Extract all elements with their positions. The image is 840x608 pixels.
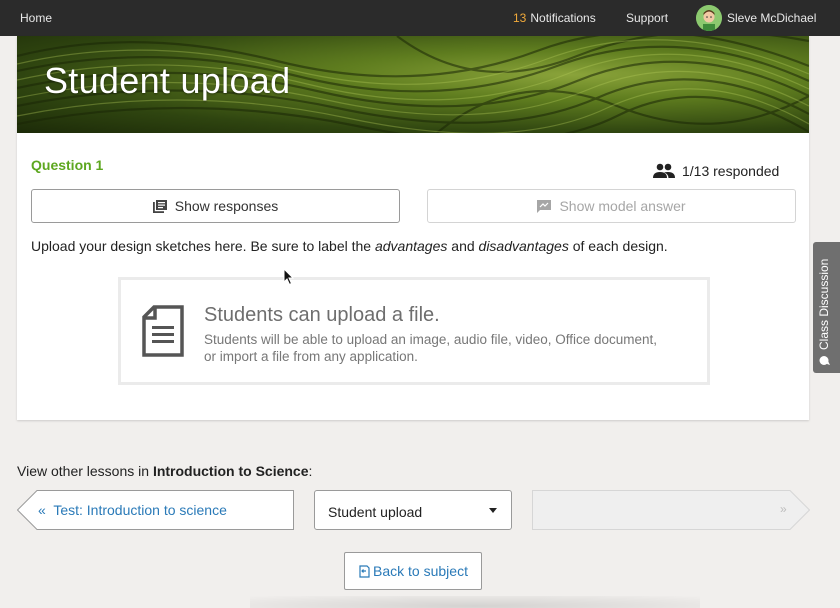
show-responses-button[interactable]: Show responses <box>31 189 400 223</box>
previous-lesson-button[interactable]: « Test: Introduction to science <box>17 490 294 530</box>
other-lessons-text: : <box>308 463 313 479</box>
top-nav-bar: Home 13 Notifications Support Sleve McDic… <box>0 0 840 36</box>
instructions-emphasis-disadvantages: disadvantages <box>478 238 569 254</box>
class-discussion-tab-content: Class Discussion <box>817 259 831 366</box>
notification-count: 13 <box>513 11 527 25</box>
lesson-select[interactable]: Student upload <box>314 490 512 530</box>
chevron-down-icon <box>489 508 497 513</box>
question-label: Question 1 <box>31 157 104 173</box>
nav-notifications-link[interactable]: 13 Notifications <box>513 11 596 25</box>
instructions-text: and <box>447 238 479 254</box>
notifications-label: Notifications <box>530 11 596 25</box>
next-lesson-button[interactable]: » <box>532 490 810 530</box>
lesson-card: Student upload Question 1 1/13 responded… <box>17 36 809 420</box>
previous-lesson-label: « Test: Introduction to science <box>38 502 227 518</box>
upload-description-line: Students will be able to upload an image… <box>204 332 658 347</box>
model-answer-icon <box>537 199 552 213</box>
lesson-banner: Student upload <box>17 36 809 133</box>
back-icon <box>359 564 370 578</box>
page-title: Student upload <box>44 60 291 101</box>
nav-support-link[interactable]: Support <box>626 11 668 25</box>
next-lesson-shape <box>532 490 810 530</box>
next-lesson-label: » <box>780 502 787 516</box>
show-responses-label: Show responses <box>174 198 279 214</box>
responded-count: 1/13 responded <box>653 163 779 179</box>
avatar[interactable] <box>696 5 722 31</box>
other-lessons-text: View other lessons in <box>17 463 153 479</box>
upload-description: Students will be able to upload an image… <box>204 331 704 365</box>
mouse-cursor-icon <box>283 268 295 286</box>
class-discussion-label: Class Discussion <box>817 258 831 350</box>
other-lessons-heading: View other lessons in Introduction to Sc… <box>17 463 312 479</box>
show-model-answer-label: Show model answer <box>559 198 686 214</box>
show-model-answer-button[interactable]: Show model answer <box>427 189 796 223</box>
instructions-text: Upload your design sketches here. Be sur… <box>31 238 375 254</box>
subject-name: Introduction to Science <box>152 463 309 479</box>
user-name[interactable]: Sleve McDichael <box>727 11 816 25</box>
back-to-subject-label: Back to subject <box>373 563 468 579</box>
lesson-select-value: Student upload <box>328 504 423 520</box>
bottom-shadow <box>250 596 700 608</box>
people-icon <box>653 163 675 178</box>
instructions-emphasis-advantages: advantages <box>374 238 448 254</box>
responded-text: 1/13 responded <box>682 163 780 179</box>
responses-icon <box>152 199 167 213</box>
document-icon <box>142 305 184 357</box>
chat-icon <box>819 356 830 365</box>
class-discussion-tab[interactable]: Class Discussion <box>813 242 840 373</box>
upload-description-line: or import a file from any application. <box>204 349 418 364</box>
upload-placeholder: Students can upload a file. Students wil… <box>118 277 710 385</box>
back-to-subject-button[interactable]: Back to subject <box>344 552 482 590</box>
instructions-text: of each design. <box>568 238 668 254</box>
nav-home-link[interactable]: Home <box>20 11 52 25</box>
question-instructions: Upload your design sketches here. Be sur… <box>31 238 668 254</box>
upload-title: Students can upload a file. <box>204 304 440 326</box>
